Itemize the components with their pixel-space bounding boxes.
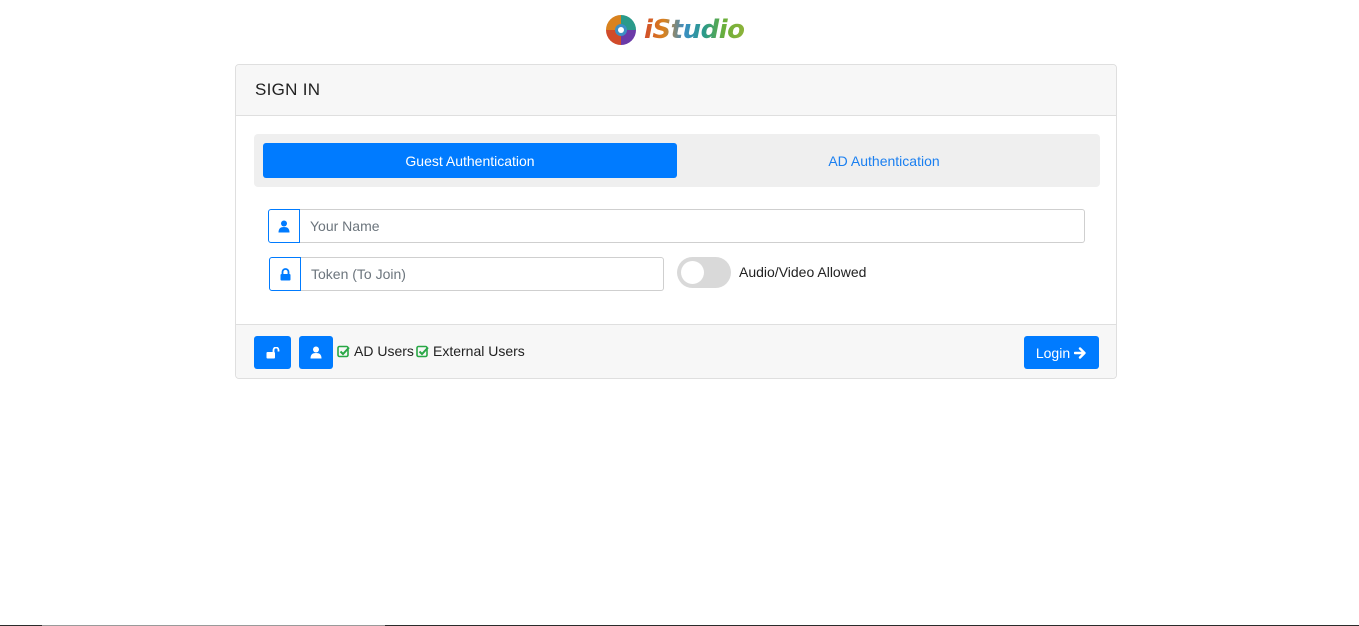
user-button[interactable] [299, 336, 333, 369]
check-square-icon [416, 345, 429, 357]
tab-guest-authentication[interactable]: Guest Authentication [263, 143, 677, 178]
user-icon [310, 346, 322, 359]
brand-logo: iStudio [604, 12, 745, 48]
card-footer: AD Users External Users Login [236, 324, 1116, 378]
login-button[interactable]: Login [1024, 336, 1099, 369]
audio-video-label: Audio/Video Allowed [739, 264, 867, 280]
lock-icon [269, 257, 301, 291]
external-users-label: External Users [433, 343, 525, 359]
user-icon [268, 209, 300, 243]
toggle-knob [681, 261, 704, 284]
istudio-logo-icon [604, 13, 638, 47]
ad-users-label: AD Users [354, 343, 414, 359]
audio-video-toggle[interactable] [677, 257, 731, 288]
login-label: Login [1035, 344, 1071, 361]
unlock-icon [266, 346, 279, 358]
your-name-input[interactable] [300, 209, 1085, 243]
unlock-button[interactable] [254, 336, 291, 369]
name-input-group [268, 209, 1085, 243]
brand-name: iStudio [644, 15, 745, 45]
card-header: SIGN IN [236, 65, 1116, 116]
ad-users-check: AD Users [337, 343, 414, 359]
login-page: iStudio SIGN IN Guest Authentication AD … [0, 0, 1359, 626]
auth-tabs: Guest Authentication AD Authentication [254, 134, 1100, 187]
sign-in-card: SIGN IN Guest Authentication AD Authenti… [235, 64, 1117, 379]
card-title: SIGN IN [255, 80, 321, 99]
check-square-icon [337, 345, 350, 357]
token-input-group [269, 257, 664, 291]
tab-ad-authentication[interactable]: AD Authentication [677, 143, 1091, 178]
arrow-right-icon [1074, 346, 1086, 359]
external-users-check: External Users [416, 343, 525, 359]
token-input[interactable] [301, 257, 664, 291]
